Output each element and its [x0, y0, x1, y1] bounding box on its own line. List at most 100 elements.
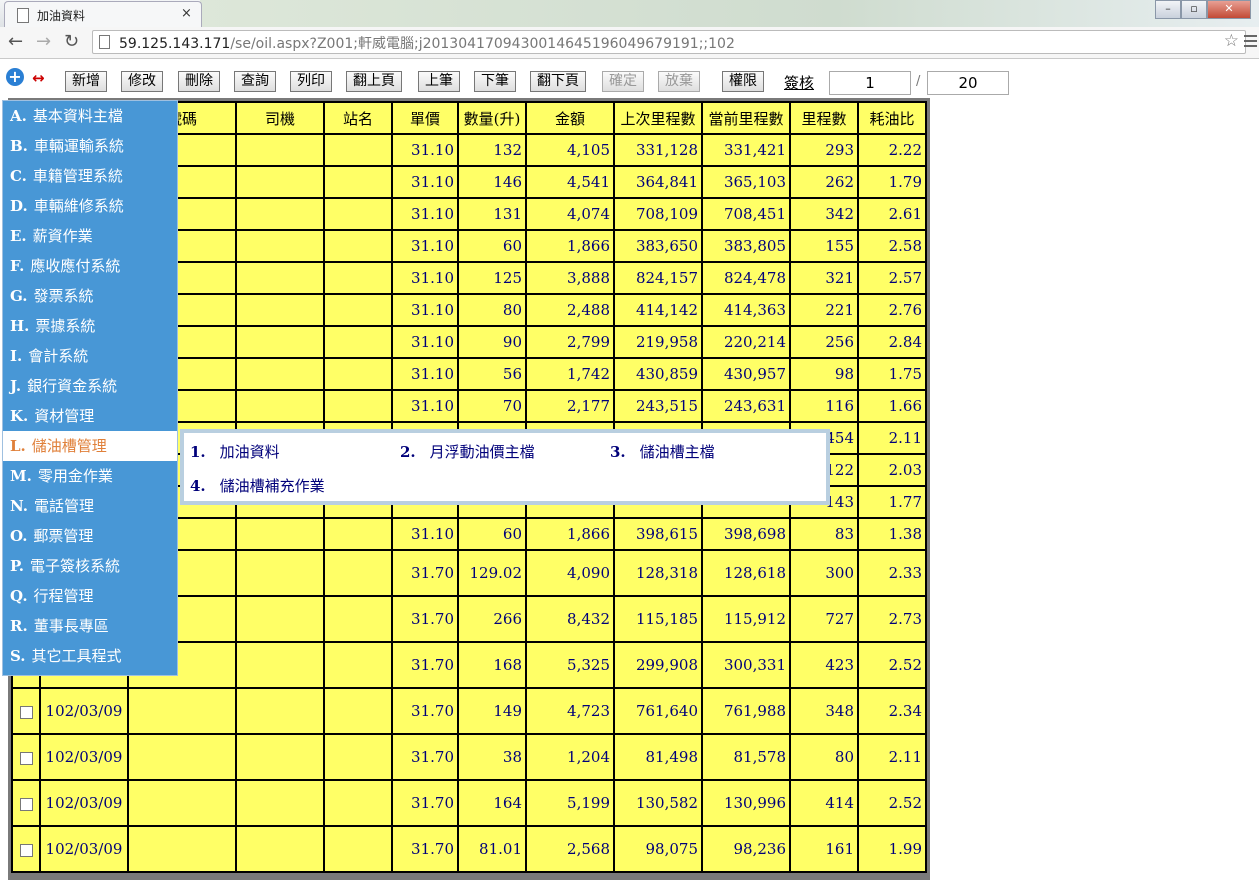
side-menu-item[interactable]: S. 其它工具程式 [3, 641, 177, 671]
menu-item-key: K. [10, 407, 29, 425]
tab-close-icon[interactable]: × [181, 6, 192, 21]
next-page-button[interactable]: 翻下頁 [530, 71, 586, 92]
address-url[interactable]: 59.125.143.171/se/oil.aspx?Z001;軒威電腦;j20… [119, 33, 735, 53]
cell-last-km: 299,908 [613, 641, 703, 689]
table-row[interactable]: 102/03/09 31.70 164 5,199 130,582 130,996 414 2… [11, 779, 927, 827]
row-select-cell [11, 687, 41, 735]
cell-station [323, 357, 393, 391]
cell-amount: 2,799 [525, 325, 615, 359]
discard-button[interactable]: 放棄 [658, 71, 700, 92]
row-checkbox[interactable] [19, 843, 33, 857]
cell-last-km: 115,185 [613, 595, 703, 643]
cell-qty: 129.02 [457, 549, 527, 597]
query-button[interactable]: 查詢 [234, 71, 276, 92]
bookmark-star-icon[interactable]: ☆ [1224, 31, 1239, 51]
delete-button[interactable]: 刪除 [178, 71, 220, 92]
add-button[interactable]: 新增 [65, 71, 107, 92]
back-arrow-icon[interactable]: ← [8, 31, 23, 52]
menu-item-key: R. [10, 617, 28, 635]
side-menu-item[interactable]: P. 電子簽核系統 [3, 551, 177, 581]
side-menu-item[interactable]: F. 應收應付系統 [3, 251, 177, 281]
cell-price: 31.10 [391, 357, 459, 391]
browser-menu-icon[interactable] [1244, 32, 1257, 50]
cell-amount: 5,325 [525, 641, 615, 689]
submenu-label: 月浮動油價主檔 [429, 443, 535, 461]
cell-last-km: 414,142 [613, 293, 703, 327]
side-menu-item[interactable]: C. 車籍管理系統 [3, 161, 177, 191]
side-menu-item[interactable]: R. 董事長專區 [3, 611, 177, 641]
side-menu-item[interactable]: G. 發票系統 [3, 281, 177, 311]
edit-button[interactable]: 修改 [121, 71, 163, 92]
forward-arrow-icon[interactable]: → [36, 31, 51, 52]
action-bar: + ↔ 新增 修改 刪除 查詢 列印 翻上頁 上筆 下筆 翻下頁 確定 放棄 權… [0, 66, 1259, 95]
next-record-button[interactable]: 下筆 [474, 71, 516, 92]
cell-qty: 81.01 [457, 825, 527, 873]
browser-tab[interactable]: 加油資料 × [4, 1, 202, 28]
side-menu-item[interactable]: J. 銀行資金系統 [3, 371, 177, 401]
side-menu-item[interactable]: N. 電話管理 [3, 491, 177, 521]
sign-link[interactable]: 簽核 [784, 72, 814, 93]
row-checkbox[interactable] [19, 797, 33, 811]
cell-amount: 2,177 [525, 389, 615, 423]
table-row[interactable]: 102/03/09 31.70 149 4,723 761,640 761,988 348 2… [11, 687, 927, 735]
cell-qty: 90 [457, 325, 527, 359]
cell-station [323, 595, 393, 643]
submenu-item-tank-refill[interactable]: 4. 儲油槽補充作業 [190, 475, 325, 496]
cell-ratio: 1.79 [857, 165, 927, 199]
cell-km: 321 [789, 261, 859, 295]
submenu-item-monthly-oil-price[interactable]: 2. 月浮動油價主檔 [400, 441, 535, 462]
cell-cur-km: 115,912 [701, 595, 791, 643]
column-header: 數量(升) [457, 101, 527, 135]
side-menu-item[interactable]: A. 基本資料主檔 [3, 101, 177, 131]
tabstrip-background [200, 0, 1259, 27]
cell-qty: 168 [457, 641, 527, 689]
cell-station [323, 325, 393, 359]
submenu-item-tank-master[interactable]: 3. 儲油槽主檔 [610, 441, 715, 462]
minimize-icon[interactable]: – [1155, 0, 1181, 19]
browser-toolbar: ← → ↻ 59.125.143.171/se/oil.aspx?Z001;軒威… [0, 27, 1259, 59]
address-bar[interactable]: 59.125.143.171/se/oil.aspx?Z001;軒威電腦;j20… [92, 30, 1246, 54]
prev-record-button[interactable]: 上筆 [418, 71, 460, 92]
menu-item-key: G. [10, 287, 28, 305]
side-menu-item[interactable]: H. 票據系統 [3, 311, 177, 341]
print-button[interactable]: 列印 [290, 71, 332, 92]
cell-ratio: 1.38 [857, 517, 927, 551]
prev-page-button[interactable]: 翻上頁 [346, 71, 402, 92]
confirm-button[interactable]: 確定 [602, 71, 644, 92]
cell-price: 31.10 [391, 165, 459, 199]
cell-km: 116 [789, 389, 859, 423]
table-row[interactable]: 102/03/09 31.70 38 1,204 81,498 81,578 80 2.11 [11, 733, 927, 781]
cell-driver [235, 517, 325, 551]
side-menu-item[interactable]: M. 零用金作業 [3, 461, 177, 491]
add-circle-icon[interactable]: + [6, 68, 24, 86]
reload-icon[interactable]: ↻ [64, 31, 79, 52]
side-menu-item[interactable]: I. 會計系統 [3, 341, 177, 371]
cell-last-km: 243,515 [613, 389, 703, 423]
side-menu-item[interactable]: Q. 行程管理 [3, 581, 177, 611]
maximize-icon[interactable]: ▫ [1181, 0, 1207, 19]
side-menu-item[interactable]: K. 資材管理 [3, 401, 177, 431]
submenu-item-fuel-data[interactable]: 1. 加油資料 [190, 441, 280, 462]
side-menu-item[interactable]: B. 車輛運輸系統 [3, 131, 177, 161]
row-checkbox[interactable] [19, 705, 33, 719]
current-page-input[interactable]: 1 [829, 71, 911, 95]
side-menu-item[interactable]: O. 郵票管理 [3, 521, 177, 551]
cell-last-km: 398,615 [613, 517, 703, 551]
side-menu-item[interactable]: D. 車輛維修系統 [3, 191, 177, 221]
side-menu-item[interactable]: E. 薪資作業 [3, 221, 177, 251]
swap-arrows-icon[interactable]: ↔ [32, 69, 45, 87]
table-row[interactable]: 102/03/09 31.70 81.01 2,568 98,075 98,236 161 1… [11, 825, 927, 873]
cell-driver [235, 197, 325, 231]
menu-item-key: A. [10, 107, 27, 125]
row-checkbox[interactable] [19, 751, 33, 765]
menu-item-label: 基本資料主檔 [32, 107, 123, 125]
column-header: 單價 [391, 101, 459, 135]
cell-cur-km: 383,805 [701, 229, 791, 263]
cell-km: 155 [789, 229, 859, 263]
cell-ratio: 2.52 [857, 641, 927, 689]
side-menu-item[interactable]: L. 儲油槽管理 [3, 431, 177, 461]
permission-button[interactable]: 權限 [722, 71, 764, 92]
cell-cur-km: 708,451 [701, 197, 791, 231]
window-close-icon[interactable]: ✕ [1207, 0, 1251, 19]
cell-ratio: 2.76 [857, 293, 927, 327]
